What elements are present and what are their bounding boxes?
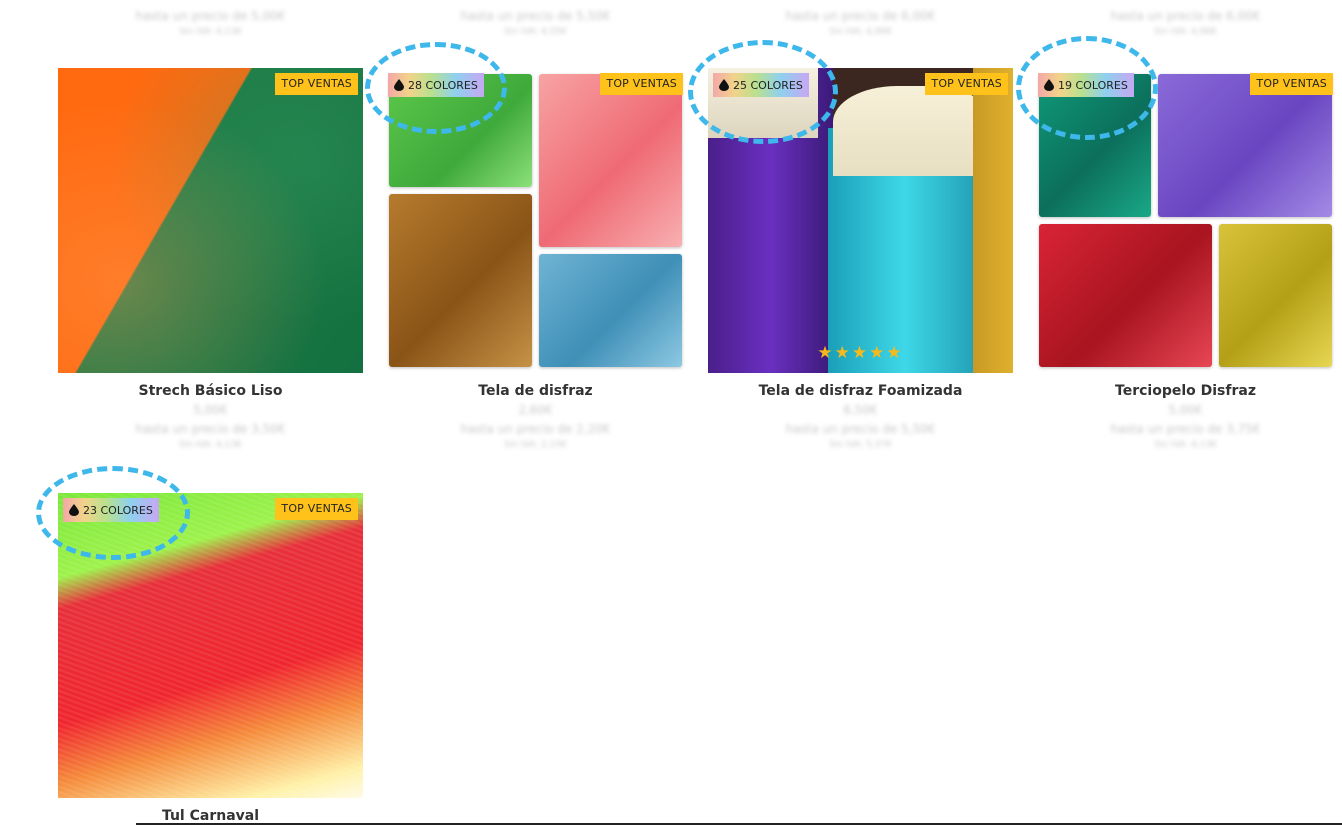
product-image[interactable]: 25 COLORES TOP VENTAS ★★★★★ [708,68,1013,373]
price-tax-text: Sin IVA: 2,15€ [504,440,567,450]
product-fragment: hasta un precio de 5,50€ Sin IVA: 4,55€ [383,4,688,37]
rating-stars: ★★★★★ [817,343,904,362]
product-fragment: hasta un precio de 6,00€ Sin IVA: 4,96€ [1033,4,1338,37]
price-from-text: hasta un precio de 2,20€ [460,422,611,436]
product-image[interactable]: 28 COLORES TOP VENTAS [383,68,688,373]
product-image[interactable]: 23 COLORES TOP VENTAS [58,493,363,798]
price-text: 5,00€ [193,403,228,417]
product-card-terciopelo-disfraz[interactable]: 19 COLORES TOP VENTAS Terciopelo Disfraz… [1033,68,1338,450]
colors-badge: 28 COLORES [388,73,484,97]
product-title[interactable]: Tela de disfraz Foamizada [708,382,1013,400]
colors-badge: 23 COLORES [63,498,159,522]
product-image[interactable]: TOP VENTAS [58,68,363,373]
product-card-strech-basico-liso[interactable]: TOP VENTAS Strech Básico Liso 5,00€ hast… [58,68,363,450]
price-tax-text: Sin IVA: 4,96€ [1154,27,1217,37]
price-tax-text: Sin IVA: 4,13€ [1154,440,1217,450]
top-ventas-badge: TOP VENTAS [925,73,1008,95]
price-from-text: hasta un precio de 5,50€ [785,422,936,436]
price-text: 5,00€ [1168,403,1203,417]
top-ventas-badge: TOP VENTAS [275,73,358,95]
product-title[interactable]: Tela de disfraz [383,382,688,400]
drop-icon [394,79,404,91]
colors-count: 23 COLORES [83,503,153,517]
product-title[interactable]: Terciopelo Disfraz [1033,382,1338,400]
price-tax-text: Sin IVA: 4,96€ [829,27,892,37]
drop-icon [719,79,729,91]
colors-count: 25 COLORES [733,78,803,92]
top-ventas-badge: TOP VENTAS [275,498,358,520]
price-tax-text: Sin IVA: 5,37€ [829,440,892,450]
product-image[interactable]: 19 COLORES TOP VENTAS [1033,68,1338,373]
price-tax-text: Sin IVA: 4,55€ [504,27,567,37]
price-tax-text: Sin IVA: 4,13€ [179,440,242,450]
price-from-text: hasta un precio de 5,50€ [460,9,611,23]
price-from-text: hasta un precio de 3,50€ [135,422,286,436]
colors-badge: 25 COLORES [713,73,809,97]
colors-count: 19 COLORES [1058,78,1128,92]
price-text: 2,60€ [518,403,553,417]
price-from-text: hasta un precio de 3,75€ [1110,422,1261,436]
colors-count: 28 COLORES [408,78,478,92]
colors-badge: 19 COLORES [1038,73,1134,97]
price-tax-text: Sin IVA: 4,13€ [179,27,242,37]
divider [136,823,1342,825]
price-from-text: hasta un precio de 6,00€ [1110,9,1261,23]
product-fragment: hasta un precio de 5,00€ Sin IVA: 4,13€ [58,4,363,37]
product-card-tul-carnaval[interactable]: 23 COLORES TOP VENTAS Tul Carnaval [58,493,363,825]
product-card-tela-de-disfraz[interactable]: 28 COLORES TOP VENTAS Tela de disfraz 2,… [383,68,688,450]
top-ventas-badge: TOP VENTAS [600,73,683,95]
price-from-text: hasta un precio de 6,00€ [785,9,936,23]
product-title[interactable]: Strech Básico Liso [58,382,363,400]
product-card-tela-de-disfraz-foamizada[interactable]: 25 COLORES TOP VENTAS ★★★★★ Tela de disf… [708,68,1013,450]
product-fragment: hasta un precio de 6,00€ Sin IVA: 4,96€ [708,4,1013,37]
drop-icon [1044,79,1054,91]
price-from-text: hasta un precio de 5,00€ [135,9,286,23]
price-text: 6,50€ [843,403,878,417]
drop-icon [69,504,79,516]
top-ventas-badge: TOP VENTAS [1250,73,1333,95]
